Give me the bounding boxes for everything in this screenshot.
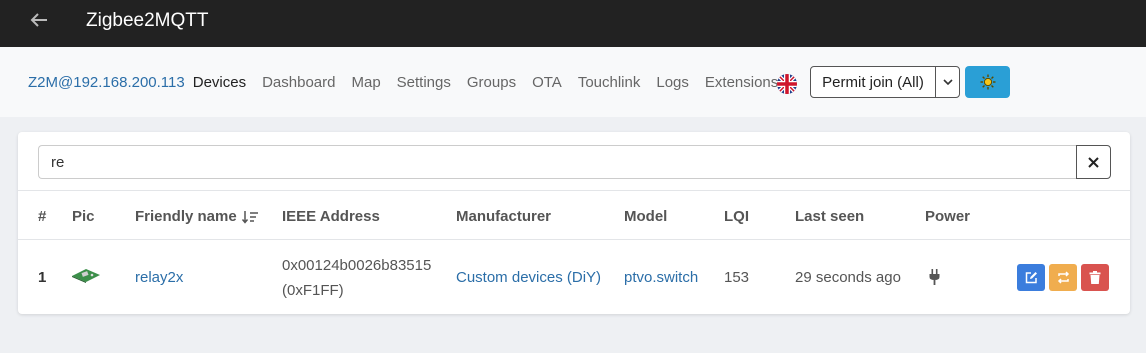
column-header-friendly-name-label: Friendly name — [135, 208, 237, 225]
nav-item-devices[interactable]: Devices — [193, 73, 246, 93]
divider — [18, 239, 1130, 240]
divider — [18, 190, 1130, 191]
nav-item-extensions[interactable]: Extensions — [705, 73, 778, 93]
column-header-model: Model — [624, 208, 668, 225]
plug-icon — [929, 269, 940, 285]
devices-card: # Pic Friendly name IEEE Address Manufac… — [18, 132, 1130, 314]
device-friendly-name-link[interactable]: relay2x — [135, 269, 183, 286]
device-last-seen: 29 seconds ago — [795, 269, 901, 286]
edit-icon — [1025, 272, 1037, 284]
permit-join-button[interactable]: Permit join (All) — [811, 67, 936, 97]
device-power-source — [929, 269, 940, 289]
device-picture[interactable] — [70, 267, 102, 283]
clear-search-button[interactable] — [1076, 145, 1111, 179]
device-model-link[interactable]: ptvo.switch — [624, 269, 698, 286]
column-header-manufacturer: Manufacturer — [456, 208, 552, 225]
nav-item-touchlink[interactable]: Touchlink — [578, 73, 641, 93]
nav-item-dashboard[interactable]: Dashboard — [262, 73, 335, 93]
nav-item-ota[interactable]: OTA — [532, 73, 562, 93]
column-header-friendly-name[interactable]: Friendly name — [135, 208, 259, 225]
arrow-left-icon — [30, 13, 47, 27]
permit-join-dropdown[interactable] — [936, 67, 959, 97]
device-network-address: (0xF1FF) — [282, 282, 344, 299]
device-manufacturer-link[interactable]: Custom devices (DiY) — [456, 269, 601, 286]
column-header-lqi: LQI — [724, 208, 749, 225]
column-header-pic: Pic — [72, 208, 95, 225]
app-header: Zigbee2MQTT — [0, 0, 1146, 47]
remove-device-button[interactable] — [1081, 264, 1109, 291]
close-icon — [1088, 156, 1099, 168]
chevron-down-icon — [942, 79, 953, 85]
trash-icon — [1089, 271, 1101, 284]
nav-item-settings[interactable]: Settings — [397, 73, 451, 93]
refresh-icon — [1057, 271, 1069, 284]
column-header-ieee-address: IEEE Address — [282, 208, 380, 225]
nav-item-logs[interactable]: Logs — [656, 73, 689, 93]
language-selector[interactable] — [777, 74, 797, 94]
sun-icon — [980, 74, 995, 90]
nav-item-map[interactable]: Map — [351, 73, 380, 93]
nav-item-groups[interactable]: Groups — [467, 73, 516, 93]
permit-join-group: Permit join (All) — [810, 66, 960, 98]
back-button[interactable] — [28, 9, 50, 31]
reconfigure-device-button[interactable] — [1049, 264, 1077, 291]
app-title: Zigbee2MQTT — [86, 10, 209, 31]
device-lqi: 153 — [724, 269, 750, 286]
sort-alpha-down-icon — [241, 210, 258, 224]
column-header-index: # — [38, 208, 47, 225]
nav-brand-link[interactable]: Z2M@192.168.200.113 — [28, 73, 185, 93]
column-header-power: Power — [925, 208, 971, 225]
nav-menu: Z2M@192.168.200.113 Devices Dashboard Ma… — [28, 73, 794, 93]
edit-device-button[interactable] — [1017, 264, 1045, 291]
theme-toggle-button[interactable] — [965, 66, 1010, 98]
device-ieee-address: 0x00124b0026b83515 — [282, 257, 432, 274]
relay-board-icon — [72, 269, 100, 283]
uk-flag-icon — [777, 74, 797, 94]
search-input[interactable] — [38, 145, 1076, 179]
column-header-last-seen: Last seen — [795, 208, 865, 225]
row-index: 1 — [38, 269, 47, 286]
